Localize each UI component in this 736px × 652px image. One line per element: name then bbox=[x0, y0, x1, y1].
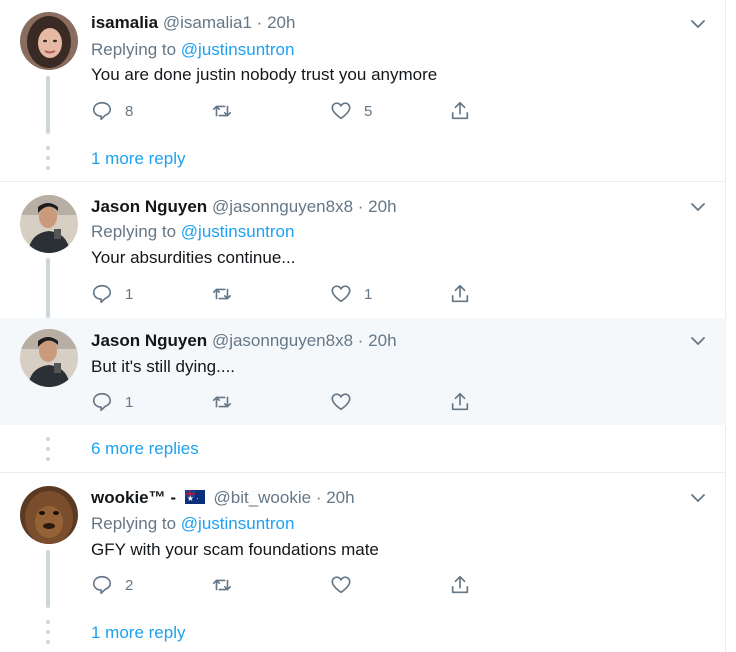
chevron-down-icon[interactable] bbox=[688, 488, 708, 508]
show-more-replies-link[interactable]: 1 more reply bbox=[91, 623, 185, 643]
user-avatar[interactable] bbox=[20, 486, 78, 544]
share-icon bbox=[451, 284, 469, 303]
share-icon bbox=[451, 575, 469, 594]
replying-to-link[interactable]: @justinsuntron bbox=[181, 222, 295, 241]
separator: · bbox=[256, 13, 263, 32]
display-name[interactable]: Jason Nguyen bbox=[91, 331, 207, 350]
like-count: 1 bbox=[364, 285, 373, 303]
separator: · bbox=[357, 331, 364, 350]
tweet-header: Jason Nguyen @jasonnguyen8x8 · 20h bbox=[91, 197, 397, 217]
tweet-text: But it's still dying.... bbox=[91, 357, 236, 376]
user-handle[interactable]: @jasonnguyen8x8 bbox=[212, 197, 353, 216]
replying-to-link[interactable]: @justinsuntron bbox=[181, 40, 295, 59]
share-button[interactable] bbox=[449, 99, 471, 123]
retweet-icon bbox=[212, 288, 232, 300]
divider bbox=[0, 472, 726, 473]
retweet-button[interactable] bbox=[211, 282, 233, 306]
replying-to: Replying to @justinsuntron bbox=[91, 222, 294, 242]
replying-label: Replying to bbox=[91, 514, 177, 533]
tweet-header: Jason Nguyen @jasonnguyen8x8 · 20h bbox=[91, 331, 397, 351]
heart-icon bbox=[331, 576, 351, 594]
user-handle[interactable]: @jasonnguyen8x8 bbox=[212, 331, 353, 350]
like-button[interactable] bbox=[330, 573, 352, 597]
australia-flag-icon bbox=[184, 490, 205, 504]
replying-to-link[interactable]: @justinsuntron bbox=[181, 514, 295, 533]
heart-icon bbox=[331, 393, 351, 411]
retweet-button[interactable] bbox=[211, 573, 233, 597]
display-name[interactable]: Jason Nguyen bbox=[91, 197, 207, 216]
separator: · bbox=[315, 488, 322, 507]
tweet-header: wookie™ - @bit_wookie · 20h bbox=[91, 488, 355, 508]
thread-connector bbox=[46, 550, 50, 608]
user-avatar[interactable] bbox=[20, 12, 78, 70]
thread-dots bbox=[46, 146, 50, 176]
share-button[interactable] bbox=[449, 390, 471, 414]
heart-icon bbox=[331, 102, 351, 120]
share-icon bbox=[451, 101, 469, 120]
reply-button[interactable]: 1 bbox=[91, 390, 133, 414]
retweet-button[interactable] bbox=[211, 99, 233, 123]
display-name[interactable]: isamalia bbox=[91, 13, 158, 32]
tweet-time[interactable]: 20h bbox=[267, 13, 295, 32]
share-button[interactable] bbox=[449, 573, 471, 597]
like-button[interactable]: 1 bbox=[330, 282, 372, 306]
tweet-text: GFY with your scam foundations mate bbox=[91, 540, 379, 559]
replying-to: Replying to @justinsuntron bbox=[91, 514, 294, 534]
thread-dots bbox=[46, 437, 50, 467]
chevron-down-icon[interactable] bbox=[688, 14, 708, 34]
tweet-text: You are done justin nobody trust you any… bbox=[91, 65, 438, 84]
tweet-time[interactable]: 20h bbox=[368, 197, 396, 216]
reply-button[interactable]: 1 bbox=[91, 282, 133, 306]
share-icon bbox=[451, 392, 469, 411]
like-button[interactable]: 5 bbox=[330, 99, 372, 123]
retweet-icon bbox=[212, 579, 232, 591]
tweet-header: isamalia @isamalia1 · 20h bbox=[91, 13, 295, 33]
reply-count: 1 bbox=[125, 285, 134, 303]
reply-button[interactable]: 8 bbox=[91, 99, 133, 123]
like-button[interactable] bbox=[330, 390, 352, 414]
reply-icon bbox=[92, 284, 112, 304]
user-avatar[interactable] bbox=[20, 329, 78, 387]
heart-icon bbox=[331, 285, 351, 303]
show-more-replies-link[interactable]: 1 more reply bbox=[91, 149, 185, 169]
thread-dots bbox=[46, 620, 50, 650]
show-more-replies-link[interactable]: 6 more replies bbox=[91, 439, 199, 459]
retweet-button[interactable] bbox=[211, 390, 233, 414]
reply-count: 8 bbox=[125, 102, 134, 120]
tweet-text: Your absurdities continue... bbox=[91, 248, 296, 267]
reply-icon bbox=[92, 575, 112, 595]
reply-icon bbox=[92, 392, 112, 412]
retweet-icon bbox=[212, 105, 232, 117]
retweet-icon bbox=[212, 396, 232, 408]
like-count: 5 bbox=[364, 102, 373, 120]
reply-button[interactable]: 2 bbox=[91, 573, 133, 597]
reply-count: 2 bbox=[125, 576, 134, 594]
conversation-thread: isamalia @isamalia1 · 20h Replying to @j… bbox=[0, 0, 726, 652]
reply-count: 1 bbox=[125, 393, 134, 411]
display-name[interactable]: wookie™ - bbox=[91, 488, 176, 507]
user-avatar[interactable] bbox=[20, 195, 78, 253]
user-handle[interactable]: @isamalia1 bbox=[163, 13, 252, 32]
replying-label: Replying to bbox=[91, 40, 177, 59]
replying-label: Replying to bbox=[91, 222, 177, 241]
tweet-time[interactable]: 20h bbox=[368, 331, 396, 350]
share-button[interactable] bbox=[449, 282, 471, 306]
tweet-time[interactable]: 20h bbox=[326, 488, 354, 507]
user-handle[interactable]: @bit_wookie bbox=[213, 488, 311, 507]
separator: · bbox=[357, 197, 364, 216]
divider bbox=[0, 181, 726, 182]
chevron-down-icon[interactable] bbox=[688, 197, 708, 217]
thread-connector bbox=[46, 258, 50, 318]
reply-icon bbox=[92, 101, 112, 121]
replying-to: Replying to @justinsuntron bbox=[91, 40, 294, 60]
thread-connector bbox=[46, 76, 50, 134]
chevron-down-icon[interactable] bbox=[688, 331, 708, 351]
